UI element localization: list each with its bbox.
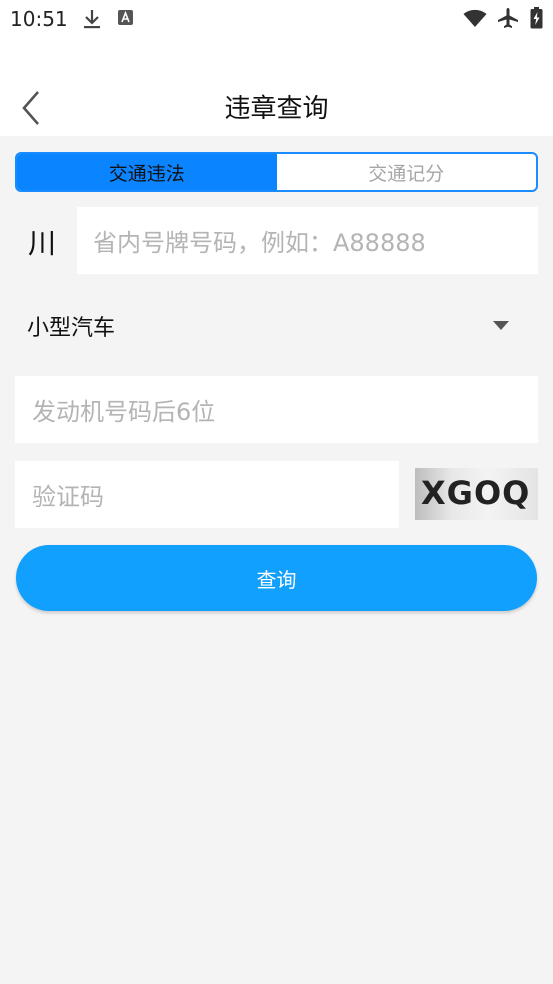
plate-number-placeholder: 省内号牌号码，例如：A88888 <box>93 229 426 257</box>
engine-number-placeholder: 发动机号码后6位 <box>32 398 216 426</box>
plate-number-input[interactable]: 省内号牌号码，例如：A88888 <box>77 207 538 274</box>
captcha-placeholder: 验证码 <box>32 483 104 511</box>
captcha-input[interactable]: 验证码 <box>15 461 399 528</box>
app-header: 违章查询 <box>0 38 553 136</box>
tab-bar: 交通违法 交通记分 <box>15 152 538 192</box>
page-title: 违章查询 <box>224 94 329 124</box>
chevron-down-icon <box>493 321 509 330</box>
tab-traffic-violation[interactable]: 交通违法 <box>17 154 277 190</box>
captcha-image-text: XGOQ <box>421 474 531 512</box>
status-bar: 10:51 <box>0 0 553 38</box>
battery-charging-icon <box>530 7 543 29</box>
province-prefix-selector[interactable]: 川 <box>28 222 56 262</box>
query-button[interactable]: 查询 <box>16 545 537 611</box>
captcha-image[interactable]: XGOQ <box>415 468 538 520</box>
wifi-icon <box>463 9 487 27</box>
status-time: 10:51 <box>10 7 68 31</box>
vehicle-type-value: 小型汽车 <box>27 316 116 341</box>
airplane-icon <box>498 8 518 28</box>
download-icon <box>84 10 100 29</box>
text-a-icon <box>118 10 133 25</box>
engine-number-input[interactable]: 发动机号码后6位 <box>15 376 538 443</box>
tab-traffic-points[interactable]: 交通记分 <box>277 154 537 190</box>
vehicle-type-select[interactable]: 小型汽车 <box>27 310 517 344</box>
